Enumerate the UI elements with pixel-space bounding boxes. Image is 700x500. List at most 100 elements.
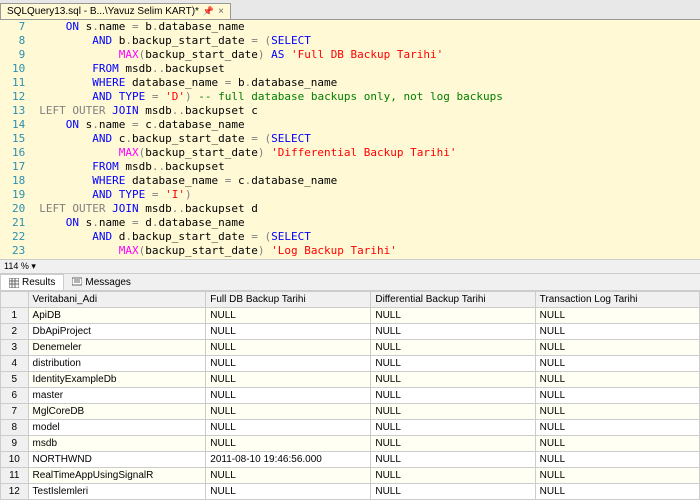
column-header[interactable]: Veritabani_Adi	[28, 292, 206, 308]
code-editor[interactable]: 7891011121314151617181920212223242526272…	[0, 20, 700, 259]
cell[interactable]: NULL	[535, 372, 699, 388]
table-row[interactable]: 1ApiDBNULLNULLNULL	[1, 308, 700, 324]
column-header[interactable]: Transaction Log Tarihi	[535, 292, 699, 308]
cell[interactable]: NULL	[535, 388, 699, 404]
line-number: 22	[12, 230, 25, 244]
cell[interactable]: NULL	[371, 452, 535, 468]
code-line[interactable]: MAX(backup_start_date) 'Differential Bac…	[39, 146, 503, 160]
column-header[interactable]: Full DB Backup Tarihi	[206, 292, 371, 308]
tab-title: SQLQuery13.sql - B...\Yavuz Selim KART)*	[7, 6, 199, 17]
line-number: 23	[12, 244, 25, 258]
table-row[interactable]: 4distributionNULLNULLNULL	[1, 356, 700, 372]
cell[interactable]: DbApiProject	[28, 324, 206, 340]
row-number: 10	[1, 452, 29, 468]
cell[interactable]: model	[28, 420, 206, 436]
code-content[interactable]: ON s.name = b.database_name AND b.backup…	[31, 20, 511, 259]
cell[interactable]: 2011-08-10 19:46:56.000	[206, 452, 371, 468]
zoom-dropdown-icon[interactable]: ▾	[31, 261, 36, 271]
line-number: 13	[12, 104, 25, 118]
code-line[interactable]: AND TYPE = 'D') -- full database backups…	[39, 90, 503, 104]
cell[interactable]: NULL	[535, 324, 699, 340]
cell[interactable]: NULL	[371, 340, 535, 356]
cell[interactable]: NULL	[371, 404, 535, 420]
cell[interactable]: NULL	[371, 324, 535, 340]
cell[interactable]: Denemeler	[28, 340, 206, 356]
code-line[interactable]: MAX(backup_start_date) 'Log Backup Tarih…	[39, 244, 503, 258]
cell[interactable]: NULL	[206, 324, 371, 340]
cell[interactable]: NULL	[535, 404, 699, 420]
file-tab[interactable]: SQLQuery13.sql - B...\Yavuz Selim KART)*…	[0, 3, 231, 19]
pin-icon[interactable]: 📌	[203, 6, 214, 17]
cell[interactable]: NULL	[535, 468, 699, 484]
cell[interactable]: NULL	[206, 340, 371, 356]
line-number: 9	[12, 48, 25, 62]
table-row[interactable]: 11RealTimeAppUsingSignalRNULLNULLNULL	[1, 468, 700, 484]
code-line[interactable]: WHERE database_name = b.database_name	[39, 76, 503, 90]
tab-messages[interactable]: Messages	[64, 274, 139, 290]
cell[interactable]: NULL	[206, 468, 371, 484]
cell[interactable]: TestIslemleri	[28, 484, 206, 500]
cell[interactable]: NULL	[535, 308, 699, 324]
cell[interactable]: NULL	[206, 484, 371, 500]
cell[interactable]: NULL	[535, 436, 699, 452]
table-row[interactable]: 6masterNULLNULLNULL	[1, 388, 700, 404]
cell[interactable]: NULL	[371, 308, 535, 324]
table-row[interactable]: 9msdbNULLNULLNULL	[1, 436, 700, 452]
cell[interactable]: MglCoreDB	[28, 404, 206, 420]
code-line[interactable]: ON s.name = d.database_name	[39, 216, 503, 230]
cell[interactable]: distribution	[28, 356, 206, 372]
table-row[interactable]: 5IdentityExampleDbNULLNULLNULL	[1, 372, 700, 388]
column-header[interactable]: Differential Backup Tarihi	[371, 292, 535, 308]
cell[interactable]: NULL	[206, 436, 371, 452]
code-line[interactable]: WHERE database_name = c.database_name	[39, 174, 503, 188]
cell[interactable]: NULL	[206, 404, 371, 420]
line-number: 12	[12, 90, 25, 104]
table-row[interactable]: 7MglCoreDBNULLNULLNULL	[1, 404, 700, 420]
cell[interactable]: NULL	[206, 372, 371, 388]
table-row[interactable]: 12TestIslemleriNULLNULLNULL	[1, 484, 700, 500]
table-row[interactable]: 3DenemelerNULLNULLNULL	[1, 340, 700, 356]
code-line[interactable]: MAX(backup_start_date) AS 'Full DB Backu…	[39, 48, 503, 62]
cell[interactable]: NORTHWND	[28, 452, 206, 468]
tab-results[interactable]: Results	[0, 274, 64, 290]
cell[interactable]: RealTimeAppUsingSignalR	[28, 468, 206, 484]
cell[interactable]: NULL	[206, 308, 371, 324]
cell[interactable]: NULL	[371, 372, 535, 388]
cell[interactable]: msdb	[28, 436, 206, 452]
code-line[interactable]: AND TYPE = 'I')	[39, 188, 503, 202]
results-tab-bar: Results Messages	[0, 274, 700, 291]
cell[interactable]: NULL	[535, 340, 699, 356]
code-line[interactable]: FROM msdb..backupset	[39, 62, 503, 76]
table-row[interactable]: 10NORTHWND2011-08-10 19:46:56.000NULLNUL…	[1, 452, 700, 468]
table-row[interactable]: 2DbApiProjectNULLNULLNULL	[1, 324, 700, 340]
row-number: 9	[1, 436, 29, 452]
code-line[interactable]: LEFT OUTER JOIN msdb..backupset d	[39, 202, 503, 216]
cell[interactable]: NULL	[535, 420, 699, 436]
code-line[interactable]: AND b.backup_start_date = (SELECT	[39, 34, 503, 48]
cell[interactable]: NULL	[371, 484, 535, 500]
cell[interactable]: master	[28, 388, 206, 404]
cell[interactable]: NULL	[535, 484, 699, 500]
code-line[interactable]: ON s.name = b.database_name	[39, 20, 503, 34]
cell[interactable]: NULL	[371, 356, 535, 372]
zoom-indicator[interactable]: 114 % ▾	[0, 259, 700, 274]
code-line[interactable]: FROM msdb..backupset	[39, 160, 503, 174]
code-line[interactable]: LEFT OUTER JOIN msdb..backupset c	[39, 104, 503, 118]
cell[interactable]: NULL	[371, 388, 535, 404]
table-row[interactable]: 8modelNULLNULLNULL	[1, 420, 700, 436]
cell[interactable]: NULL	[535, 452, 699, 468]
close-icon[interactable]: ×	[218, 6, 224, 17]
code-line[interactable]: AND d.backup_start_date = (SELECT	[39, 230, 503, 244]
cell[interactable]: NULL	[371, 468, 535, 484]
cell[interactable]: NULL	[206, 388, 371, 404]
cell[interactable]: NULL	[371, 436, 535, 452]
cell[interactable]: NULL	[535, 356, 699, 372]
cell[interactable]: IdentityExampleDb	[28, 372, 206, 388]
results-grid[interactable]: Veritabani_AdiFull DB Backup TarihiDiffe…	[0, 291, 700, 500]
code-line[interactable]: ON s.name = c.database_name	[39, 118, 503, 132]
cell[interactable]: NULL	[206, 420, 371, 436]
cell[interactable]: ApiDB	[28, 308, 206, 324]
code-line[interactable]: AND c.backup_start_date = (SELECT	[39, 132, 503, 146]
cell[interactable]: NULL	[206, 356, 371, 372]
cell[interactable]: NULL	[371, 420, 535, 436]
